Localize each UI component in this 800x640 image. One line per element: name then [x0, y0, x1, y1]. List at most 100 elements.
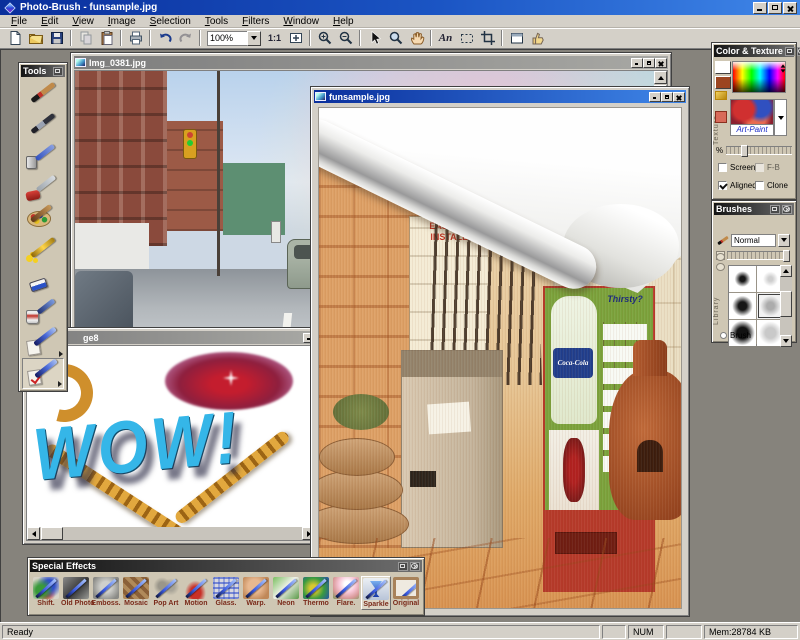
close-button[interactable]: [783, 2, 797, 14]
arrow-down-icon[interactable]: [781, 69, 786, 72]
tool-eraser[interactable]: [22, 265, 64, 296]
save-button[interactable]: [46, 29, 67, 47]
tool-retouch-selected[interactable]: [22, 358, 64, 389]
scroll-thumb[interactable]: [780, 291, 792, 317]
tool-color-palette[interactable]: [22, 203, 64, 234]
apply-button[interactable]: [527, 29, 548, 47]
brushes-palette-titlebar[interactable]: Brushes: [714, 203, 794, 215]
scroll-down-button[interactable]: [780, 335, 792, 347]
scroll-up-button[interactable]: [654, 71, 667, 84]
funsample-minimize-button[interactable]: [649, 92, 661, 102]
tool-airbrush[interactable]: [22, 141, 64, 172]
pan-tool-button[interactable]: [406, 29, 427, 47]
window-funsample[interactable]: funsample.jpg EASY TO INSTALL Thirsty? C…: [310, 86, 690, 617]
brush-swatch[interactable]: [729, 293, 756, 319]
slider-thumb[interactable]: [741, 145, 748, 157]
pointer-tool-button[interactable]: [364, 29, 385, 47]
effect-thermo[interactable]: Thermo: [301, 576, 331, 608]
color-float-button[interactable]: [785, 47, 795, 56]
brush-size-slider[interactable]: [727, 251, 790, 260]
select-tool-button[interactable]: [456, 29, 477, 47]
menu-file[interactable]: File: [4, 16, 34, 27]
effect-emboss[interactable]: Emboss.: [91, 576, 121, 608]
menu-filters[interactable]: Filters: [235, 16, 276, 27]
brushes-palette[interactable]: Brushes Normal Library: [711, 200, 797, 343]
scroll-left-button[interactable]: [27, 527, 40, 540]
crop-tool-button[interactable]: [477, 29, 498, 47]
menu-tools[interactable]: Tools: [198, 16, 235, 27]
minimize-button[interactable]: [753, 2, 767, 14]
actual-size-button[interactable]: 1:1: [264, 29, 285, 47]
zoom-in-button[interactable]: [314, 29, 335, 47]
clone-checkbox[interactable]: [755, 181, 764, 190]
swap-colors-icon[interactable]: [715, 91, 727, 100]
background-color-swatch[interactable]: [715, 76, 731, 89]
zoom-out-button[interactable]: [335, 29, 356, 47]
special-effects-palette[interactable]: Special Effects Shift. Old Photo Emboss.…: [27, 557, 425, 616]
magnifier-tool-button[interactable]: [385, 29, 406, 47]
tools-float-button[interactable]: [53, 67, 63, 76]
ge8-titlebar[interactable]: ge8: [26, 331, 316, 344]
effect-motion[interactable]: Motion: [181, 576, 211, 608]
effect-original[interactable]: Original: [391, 576, 421, 608]
new-button[interactable]: [4, 29, 25, 47]
tools-palette[interactable]: Tools: [18, 62, 68, 392]
img0381-minimize-button[interactable]: [631, 58, 643, 68]
text-tool-button[interactable]: An: [435, 29, 456, 47]
effect-pop-art[interactable]: Pop Art: [151, 576, 181, 608]
brush-scrollbar[interactable]: [780, 265, 792, 347]
slider-thumb[interactable]: [783, 250, 790, 262]
zoom-dropdown-button[interactable]: [247, 31, 261, 46]
blend-mode-dropdown[interactable]: Normal: [731, 234, 776, 247]
menu-help[interactable]: Help: [326, 16, 361, 27]
tool-retouch[interactable]: [22, 327, 64, 358]
funsample-close-button[interactable]: [673, 92, 685, 102]
zoom-combobox[interactable]: 100%: [207, 31, 261, 46]
restore-button[interactable]: [768, 2, 782, 14]
brushes-float-button[interactable]: [770, 205, 780, 214]
effect-sparkle-selected[interactable]: Sparkle: [361, 576, 391, 610]
brush-swatch[interactable]: [729, 266, 756, 292]
open-button[interactable]: [25, 29, 46, 47]
img0381-maximize-button[interactable]: [643, 58, 655, 68]
menu-edit[interactable]: Edit: [34, 16, 65, 27]
effects-close-button[interactable]: [410, 562, 420, 571]
tools-palette-titlebar[interactable]: Tools: [21, 65, 65, 77]
screen-checkbox[interactable]: [718, 163, 727, 172]
funsample-canvas[interactable]: EASY TO INSTALL Thirsty? Coca-Cola: [318, 107, 682, 609]
texture-paint-icon[interactable]: [715, 111, 727, 123]
funsample-maximize-button[interactable]: [661, 92, 673, 102]
paste-button[interactable]: [96, 29, 117, 47]
texture-preview[interactable]: [730, 99, 774, 125]
effects-palette-titlebar[interactable]: Special Effects: [30, 560, 422, 572]
brushes-close-button[interactable]: [782, 205, 792, 214]
library-up-button[interactable]: [716, 253, 725, 261]
effect-mosaic[interactable]: Mosaic: [121, 576, 151, 608]
undo-button[interactable]: [154, 29, 175, 47]
ge8-horizontal-scrollbar[interactable]: [27, 527, 315, 540]
texture-dropdown-button[interactable]: [774, 99, 787, 136]
menu-view[interactable]: View: [65, 16, 101, 27]
color-picker-gradient[interactable]: [732, 61, 786, 93]
zoom-value[interactable]: 100%: [207, 31, 247, 46]
menu-selection[interactable]: Selection: [143, 16, 198, 27]
brush-radio[interactable]: [720, 332, 727, 339]
fit-window-button[interactable]: [285, 29, 306, 47]
print-button[interactable]: [125, 29, 146, 47]
blend-mode-dropdown-button[interactable]: [778, 234, 790, 247]
funsample-titlebar[interactable]: funsample.jpg: [314, 90, 686, 103]
tool-paint-tube[interactable]: [22, 234, 64, 265]
effect-glass[interactable]: Glass.: [211, 576, 241, 608]
canvas-size-button[interactable]: [506, 29, 527, 47]
effect-old-photo[interactable]: Old Photo: [61, 576, 91, 608]
effect-warp[interactable]: Warp.: [241, 576, 271, 608]
tool-pen[interactable]: [22, 110, 64, 141]
copy-button[interactable]: [75, 29, 96, 47]
tool-paintbrush[interactable]: [22, 79, 64, 110]
opacity-slider[interactable]: [726, 146, 792, 155]
aligned-checkbox[interactable]: [718, 181, 727, 190]
img0381-titlebar[interactable]: Img_0381.jpg: [74, 56, 668, 69]
effect-shift[interactable]: Shift.: [31, 576, 61, 608]
img0381-close-button[interactable]: [655, 58, 667, 68]
color-texture-palette[interactable]: Color & Texture Texture Art-Paint % Scre…: [711, 42, 797, 200]
